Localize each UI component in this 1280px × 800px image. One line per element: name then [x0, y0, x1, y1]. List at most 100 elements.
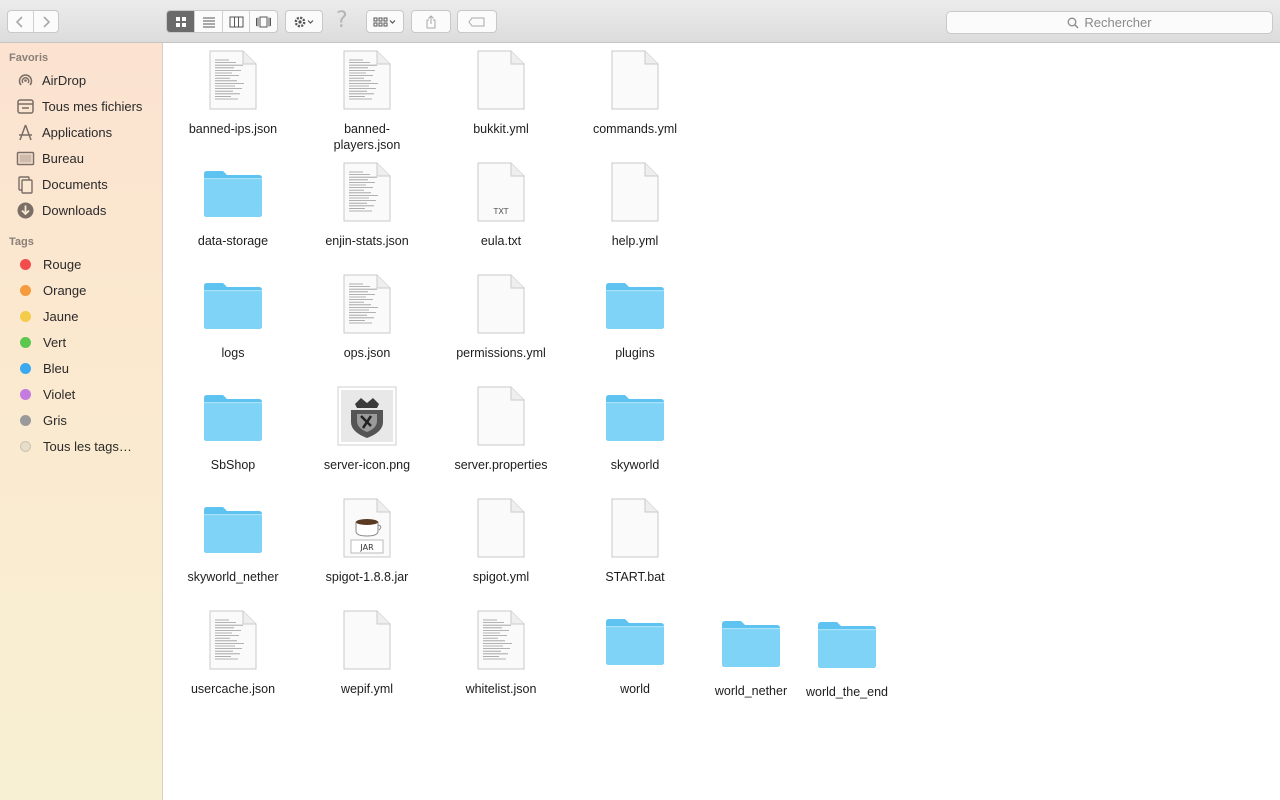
file-item-world-the-end[interactable]: world_the_end — [782, 613, 912, 713]
purple-tag-dot — [20, 388, 31, 400]
jar-file-icon: JAR — [337, 498, 397, 558]
sidebar-tag-vert[interactable]: Vert — [16, 331, 66, 353]
file-item-skyworld[interactable]: skyworld — [570, 386, 700, 486]
chevron-left-icon — [16, 15, 23, 28]
file-item-spigot-yml[interactable]: spigot.yml — [436, 498, 566, 598]
documents-icon — [16, 175, 35, 194]
sidebar: Favoris AirDrop Tous mes fichiers Applic… — [0, 43, 163, 800]
sidebar-item-label: Jaune — [43, 308, 79, 324]
file-item-whitelist-json[interactable]: whitelist.json — [436, 610, 566, 710]
file-name: SbShop — [210, 458, 256, 472]
sidebar-tag-all[interactable]: Tous les tags… — [16, 435, 132, 457]
share-button[interactable] — [411, 10, 451, 33]
file-item-usercache-json[interactable]: usercache.json — [168, 610, 298, 710]
file-name: server.properties — [454, 458, 548, 472]
file-item-spigot-1-8-8-jar[interactable]: JAR spigot-1.8.8.jar — [302, 498, 432, 598]
document-icon — [605, 498, 665, 558]
toolbar: ? Rechercher — [0, 0, 1280, 43]
sidebar-tag-orange[interactable]: Orange — [16, 279, 86, 301]
blue-tag-dot — [20, 362, 31, 374]
sidebar-tag-bleu[interactable]: Bleu — [16, 357, 69, 379]
file-name: world_the_end — [805, 685, 888, 699]
forward-button[interactable] — [34, 11, 59, 32]
sidebar-tag-gris[interactable]: Gris — [16, 409, 67, 431]
folder-icon — [203, 498, 263, 558]
file-item-banned-players-json[interactable]: banned-players.json — [302, 50, 432, 152]
file-name: skyworld_nether — [187, 570, 279, 584]
file-item-plugins[interactable]: plugins — [570, 274, 700, 374]
sidebar-item-label: Tous mes fichiers — [42, 98, 143, 114]
file-item-skyworld-nether[interactable]: skyworld_nether — [168, 498, 298, 598]
file-item-logs[interactable]: logs — [168, 274, 298, 374]
file-item-banned-ips-json[interactable]: banned-ips.json — [168, 50, 298, 150]
action-menu-button[interactable] — [285, 10, 323, 33]
chevron-right-icon — [43, 15, 50, 28]
all-tags-dot — [20, 440, 31, 452]
sidebar-item-airdrop[interactable]: AirDrop — [16, 69, 86, 91]
tags-header: Tags — [9, 236, 34, 248]
help-icon[interactable]: ? — [336, 8, 348, 33]
document-icon — [471, 386, 531, 446]
file-name: world — [620, 682, 650, 696]
folder-icon — [203, 274, 263, 334]
tag-button[interactable] — [457, 10, 497, 33]
sidebar-item-label: Vert — [43, 334, 67, 350]
document-icon — [337, 610, 397, 670]
file-name: logs — [221, 346, 245, 360]
airdrop-icon — [16, 71, 35, 90]
sidebar-tag-rouge[interactable]: Rouge — [16, 253, 81, 275]
file-item-help-yml[interactable]: help.yml — [570, 162, 700, 262]
arrange-button[interactable] — [366, 10, 404, 33]
arrange-icon — [373, 17, 396, 26]
back-button[interactable] — [8, 11, 34, 32]
file-item-data-storage[interactable]: data-storage — [168, 162, 298, 262]
file-item-world[interactable]: world — [570, 610, 700, 710]
document-icon: TXT — [471, 162, 531, 222]
file-name: help.yml — [611, 234, 659, 248]
file-name: banned-players.json — [333, 122, 401, 152]
green-tag-dot — [20, 336, 31, 348]
sidebar-item-label: Documents — [42, 176, 108, 192]
file-item-start-bat[interactable]: START.bat — [570, 498, 700, 598]
file-item-commands-yml[interactable]: commands.yml — [570, 50, 700, 150]
sidebar-item-label: Gris — [43, 412, 67, 428]
file-name: banned-ips.json — [188, 122, 278, 136]
file-name: data-storage — [197, 234, 269, 248]
columns-icon — [229, 16, 243, 27]
file-name: bukkit.yml — [473, 122, 529, 136]
column-view-button[interactable] — [223, 11, 250, 32]
sidebar-item-downloads[interactable]: Downloads — [16, 199, 106, 221]
file-item-bukkit-yml[interactable]: bukkit.yml — [436, 50, 566, 150]
file-item-enjin-stats-json[interactable]: enjin-stats.json — [302, 162, 432, 262]
file-name: spigot-1.8.8.jar — [325, 570, 409, 584]
document-icon — [605, 162, 665, 222]
file-item-permissions-yml[interactable]: permissions.yml — [436, 274, 566, 374]
cover-flow-button[interactable] — [250, 11, 277, 32]
sidebar-item-applications[interactable]: Applications — [16, 121, 112, 143]
search-field[interactable]: Rechercher — [946, 11, 1273, 34]
orange-tag-dot — [20, 284, 31, 296]
folder-icon — [203, 162, 263, 222]
sidebar-item-label: Tous les tags… — [43, 438, 132, 454]
file-item-server-icon-png[interactable]: server-icon.png — [302, 386, 432, 486]
sidebar-item-documents[interactable]: Documents — [16, 173, 108, 195]
file-item-ops-json[interactable]: ops.json — [302, 274, 432, 374]
sidebar-item-label: AirDrop — [42, 72, 87, 88]
file-name: plugins — [615, 346, 655, 360]
file-item-server-properties[interactable]: server.properties — [436, 386, 566, 486]
icon-view-button[interactable] — [167, 11, 195, 32]
document-icon — [471, 498, 531, 558]
file-name: usercache.json — [190, 682, 276, 696]
sidebar-item-all-files[interactable]: Tous mes fichiers — [16, 95, 142, 117]
file-item-eula-txt[interactable]: TXT eula.txt — [436, 162, 566, 262]
sidebar-tag-jaune[interactable]: Jaune — [16, 305, 78, 327]
list-view-button[interactable] — [195, 11, 223, 32]
nav-buttons — [7, 10, 59, 33]
share-icon — [426, 14, 436, 28]
sidebar-tag-violet[interactable]: Violet — [16, 383, 75, 405]
file-item-wepif-yml[interactable]: wepif.yml — [302, 610, 432, 710]
image-file-icon — [337, 386, 397, 446]
sidebar-item-desktop[interactable]: Bureau — [16, 147, 84, 169]
sidebar-item-label: Bureau — [42, 150, 84, 166]
file-item-sbshop[interactable]: SbShop — [168, 386, 298, 486]
